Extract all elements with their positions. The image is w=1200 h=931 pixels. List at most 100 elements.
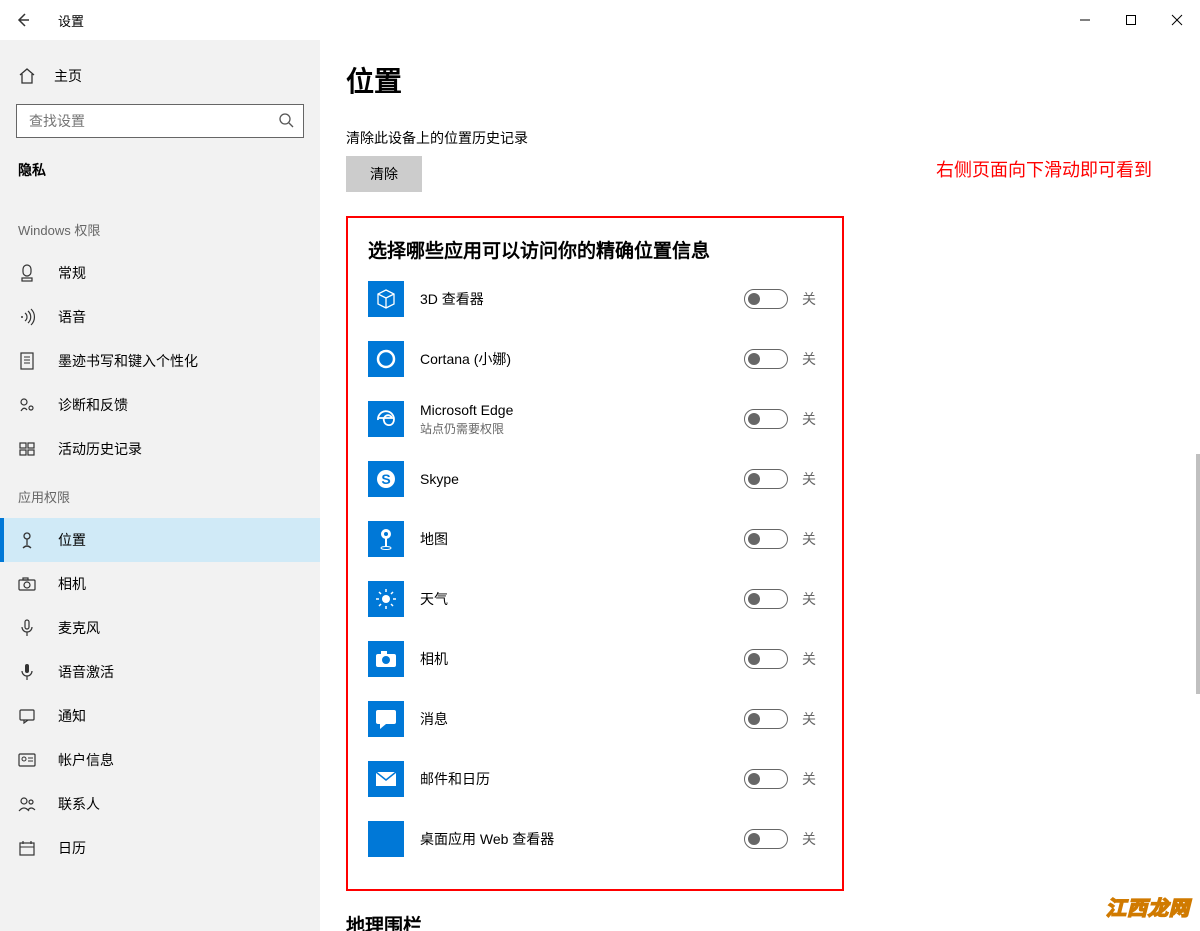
maximize-button[interactable] <box>1108 4 1154 36</box>
toggle-邮件和日历[interactable] <box>744 769 788 789</box>
toggle-state-label: 关 <box>802 589 822 609</box>
app-row-相机: 相机 关 <box>368 641 822 677</box>
app-label: 地图 <box>420 529 744 549</box>
sidebar-item-常规[interactable]: 常规 <box>0 251 320 295</box>
window-title: 设置 <box>58 11 84 30</box>
诊断和反馈-icon <box>18 396 36 414</box>
sidebar-section-privacy: 隐私 <box>0 156 320 204</box>
app-icon-mail <box>368 761 404 797</box>
app-label: Skype <box>420 471 744 487</box>
sidebar-item-label: 语音 <box>58 307 86 327</box>
sidebar-item-label: 日历 <box>58 838 86 858</box>
toggle-Microsoft Edge[interactable] <box>744 409 788 429</box>
app-label: 邮件和日历 <box>420 769 744 789</box>
apps-heading: 选择哪些应用可以访问你的精确位置信息 <box>368 236 822 263</box>
scrollbar[interactable] <box>1196 454 1200 694</box>
toggle-消息[interactable] <box>744 709 788 729</box>
back-button[interactable] <box>8 5 38 35</box>
sidebar-item-label: 活动历史记录 <box>58 439 142 459</box>
app-label: Cortana (小娜) <box>420 349 744 369</box>
sidebar-item-日历[interactable]: 日历 <box>0 826 320 870</box>
常规-icon <box>18 264 36 282</box>
app-icon-camera <box>368 641 404 677</box>
app-row-Cortana (小娜): Cortana (小娜)关 <box>368 341 822 377</box>
sidebar-item-通知[interactable]: 通知 <box>0 694 320 738</box>
sidebar-item-label: 语音激活 <box>58 662 114 682</box>
sidebar-group-app-permissions: 应用权限 <box>0 471 320 518</box>
sidebar-home[interactable]: 主页 <box>0 58 320 104</box>
app-icon-blank <box>368 821 404 857</box>
clear-button[interactable]: 清除 <box>346 156 422 192</box>
search-icon <box>278 112 294 128</box>
日历-icon <box>18 839 36 857</box>
home-icon <box>18 67 36 85</box>
sidebar-item-label: 诊断和反馈 <box>58 395 128 415</box>
minimize-icon <box>1079 14 1091 26</box>
app-label: 桌面应用 Web 查看器 <box>420 829 744 849</box>
活动历史记录-icon <box>18 440 36 458</box>
app-label: Microsoft Edge站点仍需要权限 <box>420 402 744 437</box>
titlebar: 设置 <box>0 0 1200 40</box>
toggle-3D 查看器[interactable] <box>744 289 788 309</box>
sidebar-item-语音[interactable]: 语音 <box>0 295 320 339</box>
帐户信息-icon <box>18 751 36 769</box>
close-icon <box>1171 14 1183 26</box>
sidebar-item-帐户信息[interactable]: 帐户信息 <box>0 738 320 782</box>
墨迹书写和键入个性化-icon <box>18 352 36 370</box>
page-title: 位置 <box>346 60 1160 100</box>
toggle-相机[interactable] <box>744 649 788 669</box>
app-sublabel: 站点仍需要权限 <box>420 420 744 437</box>
toggle-state-label: 关 <box>802 829 822 849</box>
toggle-state-label: 关 <box>802 649 822 669</box>
toggle-state-label: 关 <box>802 289 822 309</box>
annotation-text: 右侧页面向下滑动即可看到 <box>936 156 1152 182</box>
back-arrow-icon <box>15 12 31 28</box>
sidebar-item-位置[interactable]: 位置 <box>0 518 320 562</box>
toggle-state-label: 关 <box>802 529 822 549</box>
toggle-Skype[interactable] <box>744 469 788 489</box>
sidebar-item-label: 麦克风 <box>58 618 100 638</box>
sidebar-item-label: 通知 <box>58 706 86 726</box>
sidebar-item-活动历史记录[interactable]: 活动历史记录 <box>0 427 320 471</box>
toggle-桌面应用 Web 查看器[interactable] <box>744 829 788 849</box>
app-row-天气: 天气关 <box>368 581 822 617</box>
sidebar-item-墨迹书写和键入个性化[interactable]: 墨迹书写和键入个性化 <box>0 339 320 383</box>
toggle-Cortana (小娜)[interactable] <box>744 349 788 369</box>
main-content: 位置 清除此设备上的位置历史记录 清除 右侧页面向下滑动即可看到 选择哪些应用可… <box>320 40 1200 931</box>
close-button[interactable] <box>1154 4 1200 36</box>
sidebar-group-windows-permissions: Windows 权限 <box>0 204 320 251</box>
geofence-heading: 地理围栏 <box>346 911 1160 931</box>
相机-icon <box>18 575 36 593</box>
sidebar-item-麦克风[interactable]: 麦克风 <box>0 606 320 650</box>
toggle-state-label: 关 <box>802 709 822 729</box>
toggle-天气[interactable] <box>744 589 788 609</box>
app-label: 相机 <box>420 649 744 669</box>
search-input[interactable] <box>16 104 304 138</box>
sidebar: 主页 隐私 Windows 权限 常规语音墨迹书写和键入个性化诊断和反馈活动历史… <box>0 40 320 931</box>
toggle-state-label: 关 <box>802 469 822 489</box>
app-icon-edge <box>368 401 404 437</box>
sidebar-item-label: 墨迹书写和键入个性化 <box>58 351 198 371</box>
toggle-state-label: 关 <box>802 409 822 429</box>
minimize-button[interactable] <box>1062 4 1108 36</box>
sidebar-item-label: 联系人 <box>58 794 100 814</box>
位置-icon <box>18 531 36 549</box>
sidebar-item-label: 位置 <box>58 530 86 550</box>
toggle-地图[interactable] <box>744 529 788 549</box>
app-icon-mappin <box>368 521 404 557</box>
sidebar-home-label: 主页 <box>54 66 82 86</box>
app-row-3D 查看器: 3D 查看器关 <box>368 281 822 317</box>
app-label: 消息 <box>420 709 744 729</box>
sidebar-item-相机[interactable]: 相机 <box>0 562 320 606</box>
toggle-state-label: 关 <box>802 769 822 789</box>
sidebar-item-label: 相机 <box>58 574 86 594</box>
svg-text:S: S <box>381 471 390 487</box>
maximize-icon <box>1125 14 1137 26</box>
语音激活-icon <box>18 663 36 681</box>
app-icon-skype: S <box>368 461 404 497</box>
sidebar-item-语音激活[interactable]: 语音激活 <box>0 650 320 694</box>
app-row-消息: 消息 关 <box>368 701 822 737</box>
sidebar-item-诊断和反馈[interactable]: 诊断和反馈 <box>0 383 320 427</box>
sidebar-item-联系人[interactable]: 联系人 <box>0 782 320 826</box>
app-icon-sun <box>368 581 404 617</box>
